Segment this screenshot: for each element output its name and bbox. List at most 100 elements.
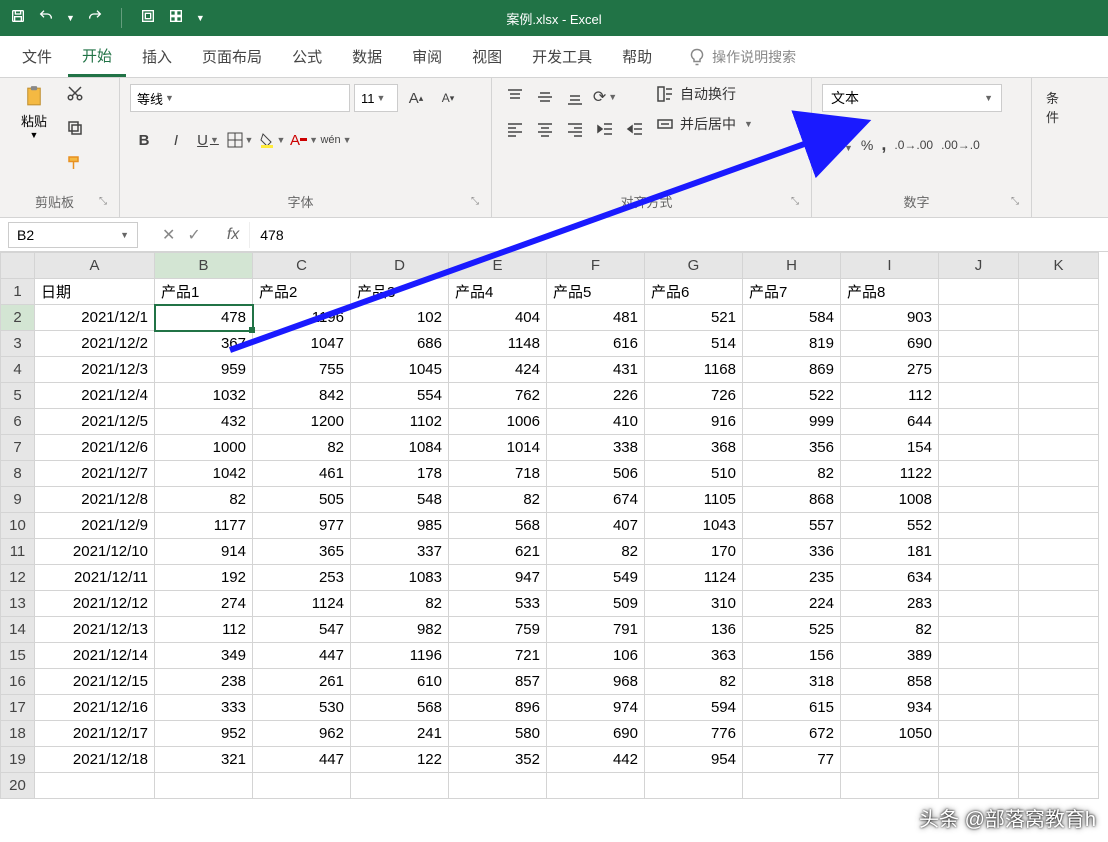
cell[interactable]: 2021/12/5 [35, 409, 155, 435]
cell[interactable]: 431 [547, 357, 645, 383]
cell[interactable]: 1043 [645, 513, 743, 539]
cell[interactable]: 1042 [155, 461, 253, 487]
cell[interactable]: 1083 [351, 565, 449, 591]
italic-button[interactable]: I [162, 126, 190, 154]
grid[interactable]: ABCDEFGHIJK 1日期产品1产品2产品3产品4产品5产品6产品7产品82… [0, 252, 1099, 799]
cell[interactable]: 106 [547, 643, 645, 669]
cell[interactable] [1019, 695, 1099, 721]
header-cell[interactable]: 产品4 [449, 279, 547, 305]
cell[interactable]: 759 [449, 617, 547, 643]
cell[interactable]: 154 [841, 435, 939, 461]
merge-center-button[interactable]: 并后居中▼ [656, 114, 753, 134]
align-top-icon[interactable] [502, 84, 528, 110]
orientation-icon[interactable]: ⟳▼ [592, 84, 618, 110]
cell[interactable] [939, 643, 1019, 669]
cell[interactable] [939, 591, 1019, 617]
wrap-text-button[interactable]: 自动换行 [656, 84, 753, 104]
cell[interactable]: 181 [841, 539, 939, 565]
worksheet[interactable]: ABCDEFGHIJK 1日期产品1产品2产品3产品4产品5产品6产品7产品82… [0, 252, 1108, 799]
tab-formulas[interactable]: 公式 [278, 38, 336, 75]
cell[interactable] [155, 773, 253, 799]
number-launcher-icon[interactable]: ⤡ [1011, 196, 1021, 207]
cell[interactable]: 718 [449, 461, 547, 487]
cell[interactable]: 274 [155, 591, 253, 617]
cell[interactable]: 982 [351, 617, 449, 643]
cell[interactable]: 336 [743, 539, 841, 565]
tell-me[interactable]: 操作说明搜索 [688, 47, 796, 67]
header-cell[interactable]: 产品5 [547, 279, 645, 305]
cell[interactable]: 977 [253, 513, 351, 539]
cell[interactable]: 1148 [449, 331, 547, 357]
cell[interactable]: 1196 [253, 305, 351, 331]
cell[interactable]: 192 [155, 565, 253, 591]
cell[interactable]: 410 [547, 409, 645, 435]
cell[interactable]: 82 [841, 617, 939, 643]
underline-button[interactable]: U▼ [194, 126, 222, 154]
row-header[interactable]: 11 [1, 539, 35, 565]
tab-insert[interactable]: 插入 [128, 38, 186, 75]
cell[interactable]: 514 [645, 331, 743, 357]
cut-icon[interactable] [66, 84, 84, 107]
row-header[interactable]: 20 [1, 773, 35, 799]
cell[interactable]: 674 [547, 487, 645, 513]
cell[interactable]: 568 [449, 513, 547, 539]
cell[interactable]: 261 [253, 669, 351, 695]
cell[interactable]: 934 [841, 695, 939, 721]
cell[interactable]: 337 [351, 539, 449, 565]
alignment-launcher-icon[interactable]: ⤡ [791, 196, 801, 207]
font-launcher-icon[interactable]: ⤡ [471, 196, 481, 207]
border-button[interactable]: ▼ [226, 126, 254, 154]
cell[interactable] [939, 565, 1019, 591]
redo-icon[interactable] [87, 8, 103, 29]
number-format-combo[interactable]: 文本▼ [822, 84, 1002, 112]
cell[interactable]: 112 [841, 383, 939, 409]
cell[interactable] [1019, 721, 1099, 747]
cell[interactable]: 547 [253, 617, 351, 643]
cell[interactable] [1019, 669, 1099, 695]
cell[interactable]: 389 [841, 643, 939, 669]
cell[interactable]: 510 [645, 461, 743, 487]
cell[interactable]: 1124 [253, 591, 351, 617]
cell[interactable]: 842 [253, 383, 351, 409]
cell[interactable]: 1006 [449, 409, 547, 435]
column-header[interactable]: A [35, 253, 155, 279]
cell[interactable]: 868 [743, 487, 841, 513]
cell[interactable]: 478 [155, 305, 253, 331]
cell[interactable]: 2021/12/14 [35, 643, 155, 669]
cell[interactable]: 1050 [841, 721, 939, 747]
cell[interactable]: 962 [253, 721, 351, 747]
cell[interactable]: 253 [253, 565, 351, 591]
cell[interactable]: 82 [645, 669, 743, 695]
row-header[interactable]: 18 [1, 721, 35, 747]
cell[interactable]: 1122 [841, 461, 939, 487]
cell[interactable]: 791 [547, 617, 645, 643]
cell[interactable] [1019, 305, 1099, 331]
cell[interactable]: 447 [253, 747, 351, 773]
cell[interactable]: 634 [841, 565, 939, 591]
cell[interactable] [547, 773, 645, 799]
column-header[interactable]: D [351, 253, 449, 279]
tab-help[interactable]: 帮助 [608, 38, 666, 75]
format-painter-icon[interactable] [66, 154, 84, 177]
cell[interactable]: 985 [351, 513, 449, 539]
row-header[interactable]: 6 [1, 409, 35, 435]
cell[interactable]: 755 [253, 357, 351, 383]
cell[interactable]: 2021/12/12 [35, 591, 155, 617]
cell[interactable]: 238 [155, 669, 253, 695]
cell[interactable]: 432 [155, 409, 253, 435]
header-cell[interactable]: 日期 [35, 279, 155, 305]
cell[interactable]: 2021/12/2 [35, 331, 155, 357]
cell[interactable]: 522 [743, 383, 841, 409]
cell[interactable]: 102 [351, 305, 449, 331]
cell[interactable]: 549 [547, 565, 645, 591]
cell[interactable]: 368 [645, 435, 743, 461]
cell[interactable] [939, 617, 1019, 643]
cell[interactable]: 1196 [351, 643, 449, 669]
cell[interactable] [1019, 565, 1099, 591]
cell[interactable]: 1032 [155, 383, 253, 409]
cell[interactable] [1019, 773, 1099, 799]
enter-formula-icon[interactable]: ✓ [187, 225, 200, 245]
cell[interactable]: 363 [645, 643, 743, 669]
cell[interactable]: 762 [449, 383, 547, 409]
clipboard-launcher-icon[interactable]: ⤡ [99, 196, 109, 207]
